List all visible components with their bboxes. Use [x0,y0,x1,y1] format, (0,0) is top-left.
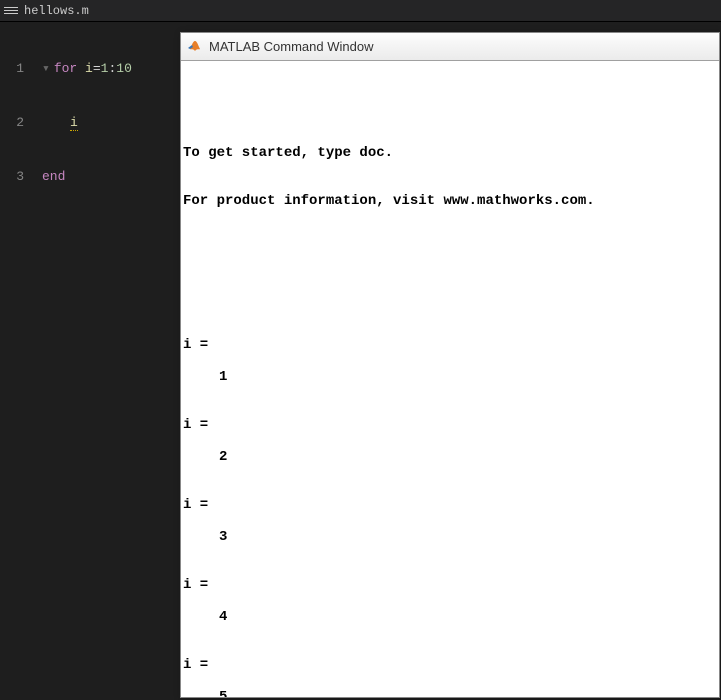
output-var-label: i = [183,657,717,673]
line-gutter: 1 2 3 [0,22,32,700]
output-value: 1 [183,369,717,385]
output-value: 2 [183,449,717,465]
hamburger-icon [4,7,18,14]
intro-text: For product information, visit www.mathw… [183,193,717,209]
output-var-label: i = [183,337,717,353]
output-value: 5 [183,689,717,697]
matlab-icon [187,39,203,55]
output-value: 4 [183,609,717,625]
line-number: 2 [0,114,24,132]
line-number: 3 [0,168,24,186]
command-window-output[interactable]: To get started, type doc. For product in… [181,61,719,697]
command-window-titlebar[interactable]: MATLAB Command Window [181,33,719,61]
output-var-label: i = [183,417,717,433]
editor-tab[interactable]: hellows.m [0,0,721,22]
fold-caret-icon[interactable]: ▾ [42,61,50,76]
output-var-label: i = [183,577,717,593]
matlab-command-window[interactable]: MATLAB Command Window To get started, ty… [180,32,720,698]
output-value: 3 [183,529,717,545]
intro-text: To get started, type doc. [183,145,717,161]
file-name: hellows.m [24,4,89,18]
line-number: 1 [0,60,24,78]
command-window-title: MATLAB Command Window [209,39,373,54]
output-var-label: i = [183,497,717,513]
